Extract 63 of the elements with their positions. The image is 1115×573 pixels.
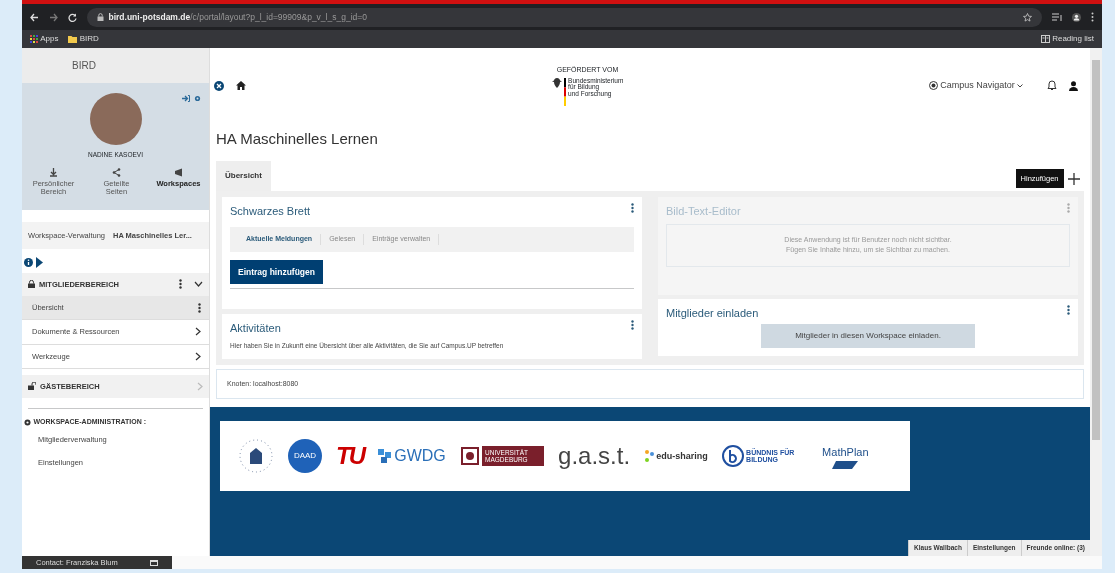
add-entry-button[interactable]: Eintrag hinzufügen xyxy=(230,259,323,285)
sign-out-icon[interactable] xyxy=(181,95,190,102)
card-title: Aktivitäten xyxy=(230,320,281,336)
download-icon xyxy=(49,168,58,178)
apps-grid-icon xyxy=(30,35,38,43)
window-icon xyxy=(150,559,158,566)
more-options-icon[interactable] xyxy=(1091,12,1094,22)
bookmark-link[interactable]: BIRD xyxy=(68,33,99,45)
forward-icon[interactable] xyxy=(49,12,58,22)
logo-text: GWDG xyxy=(394,446,446,467)
logo-text: edu-sharing xyxy=(656,449,708,463)
unlock-icon xyxy=(28,382,36,391)
card-title: Schwarzes Brett xyxy=(230,203,311,219)
page-tab[interactable]: Übersicht xyxy=(216,160,271,191)
star-icon[interactable] xyxy=(1023,12,1032,22)
flag-stripe-icon xyxy=(563,77,566,106)
home-icon[interactable] xyxy=(236,81,246,90)
puzzle-icon xyxy=(378,449,392,464)
page-title: HA Maschinelles Lernen xyxy=(216,129,379,149)
add-icon[interactable] xyxy=(1068,172,1080,185)
reload-icon[interactable] xyxy=(68,12,77,22)
settings-icon[interactable] xyxy=(194,95,201,102)
reading-list-icon xyxy=(1040,35,1050,43)
logo-text: MathPlan xyxy=(822,445,869,460)
info-icon[interactable] xyxy=(24,258,34,268)
card-title: Mitglieder einladen xyxy=(666,306,759,321)
more-options-icon[interactable] xyxy=(631,319,634,330)
bell-icon[interactable] xyxy=(1047,80,1057,91)
more-options-icon[interactable] xyxy=(179,279,182,290)
user-icon[interactable] xyxy=(1069,80,1078,91)
chevron-right-icon[interactable] xyxy=(195,327,201,337)
panel-icon xyxy=(832,460,859,469)
scrollbar[interactable] xyxy=(1090,48,1102,556)
lock-icon xyxy=(97,13,104,21)
lock-icon xyxy=(28,280,35,289)
more-options-icon[interactable] xyxy=(631,202,634,213)
reading-list-link[interactable]: Reading list xyxy=(1040,33,1094,45)
address-bar[interactable]: bird.uni-potsdam.de/c/portal/layout?p_l_id=99909&p_v_l_s_g_id=0 xyxy=(87,7,1042,27)
chevron-right-icon[interactable] xyxy=(195,351,201,361)
logo-text: DAAD xyxy=(288,439,322,474)
campus-navigator-menu[interactable]: Campus Navigator xyxy=(928,78,1023,93)
share-icon xyxy=(111,168,121,178)
sidebar-title: BIRD xyxy=(72,59,96,73)
avatar xyxy=(89,93,142,145)
bookmark-link[interactable]: Apps xyxy=(30,33,59,45)
seal-logo-icon xyxy=(238,438,274,475)
profile-icon[interactable] xyxy=(1072,12,1081,22)
back-icon[interactable] xyxy=(30,12,39,22)
card-title: Bild-Text-Editor xyxy=(666,203,741,219)
logo-text: g.a.s.t. xyxy=(558,441,631,472)
more-options-icon[interactable] xyxy=(198,302,201,313)
playlist-icon[interactable] xyxy=(1052,12,1062,22)
more-options-icon[interactable] xyxy=(1067,305,1070,315)
invite-button[interactable]: Mitglieder in diesen Workspace einladen. xyxy=(761,323,975,348)
dots-icon xyxy=(644,449,655,464)
ring-b-icon xyxy=(721,445,744,468)
caret-icon xyxy=(1017,83,1023,88)
logo-text: TU xyxy=(336,441,364,472)
url-text: bird.uni-potsdam.de/c/portal/layout?p_l_id=99909&p_v_l_s_g_id=0 xyxy=(108,10,367,24)
close-icon[interactable] xyxy=(214,80,224,91)
folder-icon xyxy=(68,35,78,43)
chevron-down-icon[interactable] xyxy=(194,281,203,288)
play-icon[interactable] xyxy=(35,257,43,269)
